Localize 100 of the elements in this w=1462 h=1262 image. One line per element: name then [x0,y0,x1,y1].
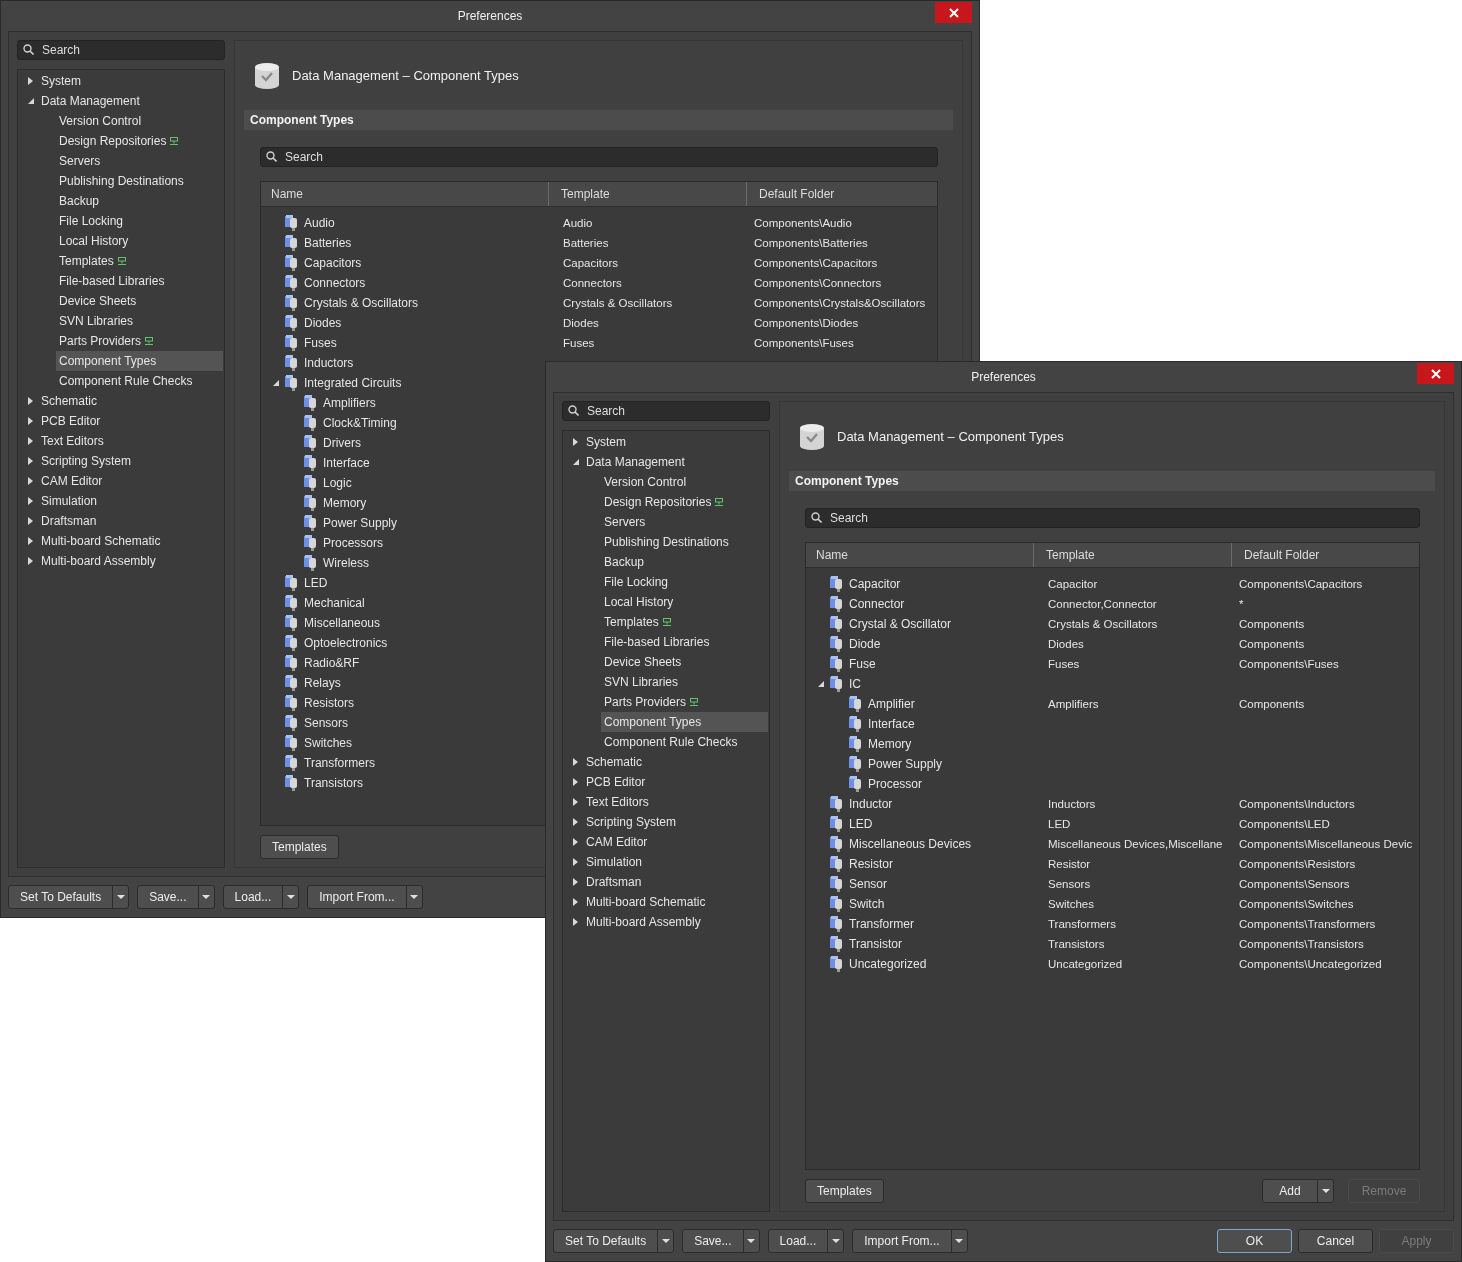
tree-item[interactable]: Text Editors [24,431,223,451]
tree-item[interactable]: System [569,432,768,452]
type-name[interactable]: Fuse [849,657,876,671]
button[interactable]: OK [1217,1229,1292,1253]
expanded-arrow-icon[interactable] [572,459,579,465]
tree-item[interactable]: Multi-board Assembly [24,551,223,571]
column-header[interactable]: Default Folder [1231,543,1419,567]
expanded-arrow-icon[interactable] [27,98,34,104]
button[interactable]: Import From... [852,1229,968,1253]
search-field[interactable]: Search [562,401,770,421]
button[interactable]: Templates [260,835,339,859]
tree-item[interactable]: PCB Editor [24,411,223,431]
collapsed-arrow-icon[interactable] [28,77,33,85]
tree-item[interactable]: Data Management [24,91,223,111]
type-name[interactable]: Processor [868,777,923,791]
type-name[interactable]: Resistor [849,857,893,871]
tree-item[interactable]: SVN Libraries [601,672,768,692]
type-name[interactable]: Amplifier [868,697,915,711]
button[interactable]: Load... [767,1229,845,1253]
search-field[interactable]: Search [805,508,1420,528]
tree-item[interactable]: Component Rule Checks [601,732,768,752]
type-name[interactable]: Inductors [304,356,354,370]
type-name[interactable]: Uncategorized [849,957,927,971]
type-name[interactable]: Integrated Circuits [304,376,402,390]
type-name[interactable]: Switch [849,897,885,911]
type-name[interactable]: Logic [323,476,352,490]
button[interactable]: Save... [682,1229,760,1253]
tree-item[interactable]: Backup [601,552,768,572]
tree-item[interactable]: Local History [56,231,223,251]
tree-item[interactable]: Backup [56,191,223,211]
type-name[interactable]: Processors [323,536,384,550]
tree-item[interactable]: File Locking [56,211,223,231]
collapsed-arrow-icon[interactable] [28,537,33,545]
tree-item[interactable]: File-based Libraries [601,632,768,652]
expanded-arrow-icon[interactable] [817,681,824,687]
type-name[interactable]: LED [304,576,328,590]
tree-item[interactable]: Draftsman [569,872,768,892]
collapsed-arrow-icon[interactable] [28,477,33,485]
tree-item[interactable]: Multi-board Schematic [569,892,768,912]
button[interactable]: Import From... [307,885,423,909]
search-field[interactable]: Search [260,147,938,167]
type-name[interactable]: Audio [304,216,335,230]
column-header[interactable]: Name [261,182,548,206]
collapsed-arrow-icon[interactable] [573,778,578,786]
type-name[interactable]: IC [849,677,861,691]
tree-item[interactable]: Parts Providers [601,692,768,712]
type-name[interactable]: Power Supply [868,757,943,771]
type-name[interactable]: Interface [323,456,370,470]
column-header[interactable]: Template [1033,543,1231,567]
type-name[interactable]: Resistors [304,696,354,710]
type-name[interactable]: Radio&RF [304,656,360,670]
type-name[interactable]: Diode [849,637,881,651]
tree-item[interactable]: CAM Editor [569,832,768,852]
collapsed-arrow-icon[interactable] [28,397,33,405]
type-name[interactable]: Inductor [849,797,893,811]
tree-item[interactable]: Publishing Destinations [56,171,223,191]
type-name[interactable]: Optoelectronics [304,636,388,650]
type-name[interactable]: Crystals & Oscillators [304,296,419,310]
collapsed-arrow-icon[interactable] [28,557,33,565]
collapsed-arrow-icon[interactable] [28,457,33,465]
type-name[interactable]: Wireless [323,556,369,570]
type-name[interactable]: Drivers [323,436,361,450]
tree-item[interactable]: Component Rule Checks [56,371,223,391]
tree-item[interactable]: Component Types [601,712,768,732]
collapsed-arrow-icon[interactable] [573,918,578,926]
collapsed-arrow-icon[interactable] [28,417,33,425]
tree-item[interactable]: Version Control [56,111,223,131]
collapsed-arrow-icon[interactable] [28,437,33,445]
type-name[interactable]: Transformer [849,917,914,931]
tree-item[interactable]: Simulation [24,491,223,511]
tree-item[interactable]: Schematic [569,752,768,772]
collapsed-arrow-icon[interactable] [573,838,578,846]
type-name[interactable]: Memory [868,737,912,751]
type-name[interactable]: LED [849,817,873,831]
column-header[interactable]: Name [806,543,1033,567]
type-name[interactable]: Sensors [304,716,349,730]
tree-item[interactable]: Scripting System [569,812,768,832]
button[interactable]: Load... [222,885,300,909]
search-field[interactable]: Search [17,40,225,60]
collapsed-arrow-icon[interactable] [573,898,578,906]
type-name[interactable]: Relays [304,676,341,690]
tree-item[interactable]: Servers [56,151,223,171]
type-name[interactable]: Amplifiers [323,396,376,410]
tree-item[interactable]: Local History [601,592,768,612]
type-name[interactable]: Memory [323,496,367,510]
column-header[interactable]: Default Folder [746,182,937,206]
expanded-arrow-icon[interactable] [272,380,279,386]
tree-item[interactable]: Parts Providers [56,331,223,351]
button[interactable]: Templates [805,1179,884,1203]
type-name[interactable]: Power Supply [323,516,398,530]
tree-item[interactable]: Data Management [569,452,768,472]
type-name[interactable]: Transistor [849,937,902,951]
collapsed-arrow-icon[interactable] [573,798,578,806]
tree-item[interactable]: Multi-board Schematic [24,531,223,551]
tree-item[interactable]: Publishing Destinations [601,532,768,552]
collapsed-arrow-icon[interactable] [573,818,578,826]
tree-item[interactable]: Design Repositories [56,131,223,151]
tree-item[interactable]: Scripting System [24,451,223,471]
button[interactable]: Set To Defaults [8,885,130,909]
type-name[interactable]: Capacitors [304,256,362,270]
